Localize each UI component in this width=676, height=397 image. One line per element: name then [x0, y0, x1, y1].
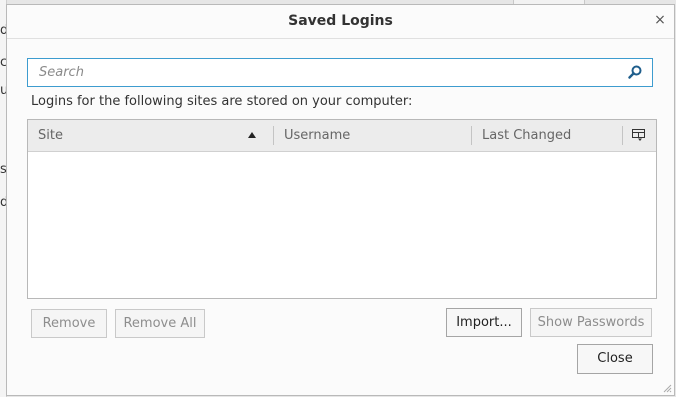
column-header-username[interactable]: Username [274, 120, 472, 151]
sort-ascending-icon [248, 132, 256, 138]
logins-description: Logins for the following sites are store… [31, 94, 413, 109]
import-button[interactable]: Import... [446, 308, 522, 337]
column-header-site[interactable]: Site [28, 120, 274, 151]
close-icon[interactable]: × [652, 11, 668, 29]
saved-logins-dialog: Saved Logins × Logins for the following … [6, 4, 675, 396]
table-body[interactable] [28, 152, 656, 298]
resize-grip-icon[interactable] [662, 383, 672, 393]
dialog-title: Saved Logins [288, 13, 393, 29]
close-button[interactable]: Close [577, 344, 653, 374]
search-icon[interactable] [628, 65, 642, 79]
column-picker-icon[interactable] [632, 129, 645, 141]
dialog-titlebar: Saved Logins × [7, 5, 674, 39]
search-input[interactable] [28, 59, 619, 86]
logins-table: Site Username Last Changed [27, 119, 657, 299]
search-box[interactable] [27, 58, 653, 87]
show-passwords-button[interactable]: Show Passwords [530, 308, 652, 337]
remove-all-button[interactable]: Remove All [115, 309, 205, 338]
column-divider[interactable] [622, 126, 623, 145]
column-header-last-changed[interactable]: Last Changed [472, 120, 622, 151]
table-header: Site Username Last Changed [28, 120, 656, 152]
remove-button[interactable]: Remove [31, 309, 107, 338]
